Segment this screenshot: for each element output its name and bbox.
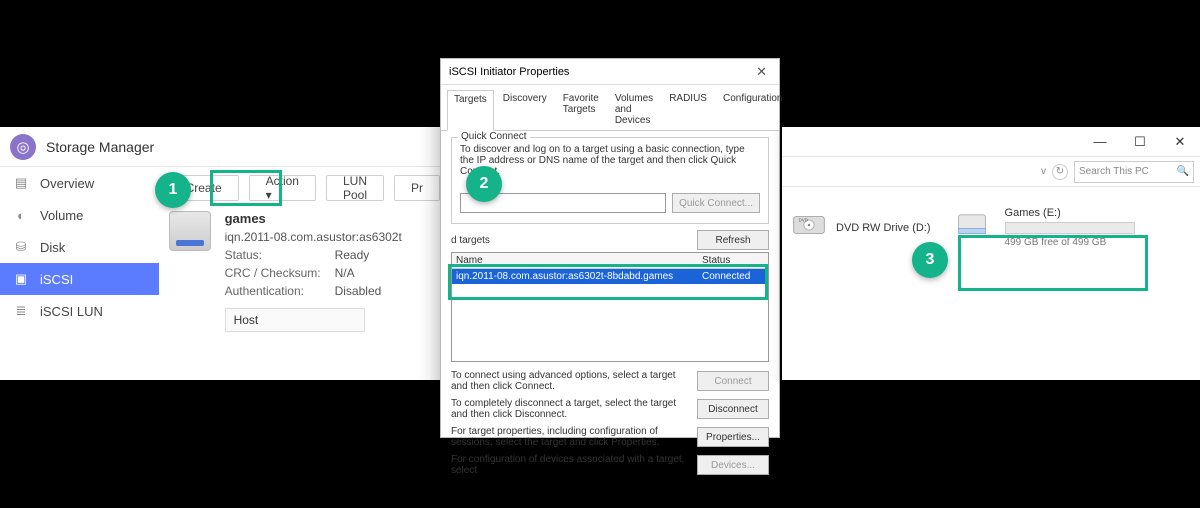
tab-radius[interactable]: RADIUS	[662, 89, 714, 130]
col-name-header: Name	[452, 253, 698, 268]
storage-manager-sidebar: ▤ Overview ◐ Volume ⛁ Disk ▣ iSCSI ≣ iSC…	[0, 167, 159, 380]
connect-button[interactable]: Connect	[697, 371, 769, 391]
devices-button[interactable]: Devices...	[697, 455, 769, 475]
sidebar-label: iSCSI	[40, 272, 73, 287]
status-key: Status:	[225, 248, 335, 262]
host-field[interactable]: Host	[225, 308, 365, 332]
auth-value: Disabled	[335, 284, 382, 298]
discovered-targets-label: d targets	[451, 235, 490, 246]
disk-drive-icon	[169, 211, 211, 251]
auth-key: Authentication:	[225, 284, 335, 298]
storage-manager-main: Create Action ▾ LUN Pool Pr games iqn.20…	[159, 167, 450, 380]
callout-2: 2	[466, 166, 502, 202]
discovered-targets-table[interactable]: Name Status iqn.2011-08.com.asustor:as63…	[451, 252, 769, 362]
dialog-titlebar: iSCSI Initiator Properties ✕	[441, 59, 779, 85]
dvd-drive-item[interactable]: DVD DVD RW Drive (D:)	[792, 203, 931, 252]
sidebar-item-volume[interactable]: ◐ Volume	[0, 199, 159, 231]
crc-value: N/A	[335, 266, 355, 280]
explorer-address-bar: v ↻ Search This PC 🔍	[782, 157, 1200, 187]
refresh-button[interactable]: Refresh	[697, 230, 769, 250]
iscsi-target-card: games iqn.2011-08.com.asustor:as6302t St…	[169, 211, 440, 332]
sidebar-item-iscsi-lun[interactable]: ≣ iSCSI LUN	[0, 295, 159, 327]
target-iqn: iqn.2011-08.com.asustor:as6302t	[225, 230, 402, 244]
target-iqn-cell: iqn.2011-08.com.asustor:as6302t-8bdabd.g…	[452, 269, 698, 284]
search-box[interactable]: Search This PC 🔍	[1074, 161, 1194, 183]
sidebar-label: Disk	[40, 240, 65, 255]
storage-manager-window: ◎ Storage Manager ▤ Overview ◐ Volume ⛁ …	[0, 127, 450, 380]
help-devices: For configuration of devices associated …	[451, 454, 689, 476]
sidebar-item-overview[interactable]: ▤ Overview	[0, 167, 159, 199]
preferences-button[interactable]: Pr	[394, 175, 440, 201]
iscsi-initiator-dialog: iSCSI Initiator Properties ✕ Targets Dis…	[440, 58, 780, 438]
refresh-icon[interactable]: ↻	[1052, 164, 1068, 180]
tab-volumes-devices[interactable]: Volumes and Devices	[608, 89, 660, 130]
iscsi-lun-icon: ≣	[12, 302, 30, 320]
tab-favorite-targets[interactable]: Favorite Targets	[556, 89, 606, 130]
hdd-drive-icon	[955, 208, 989, 247]
target-name: games	[225, 211, 402, 226]
callout-1: 1	[155, 172, 191, 208]
storage-manager-titlebar: ◎ Storage Manager	[0, 127, 450, 167]
properties-button[interactable]: Properties...	[697, 427, 769, 447]
overview-icon: ▤	[12, 174, 30, 192]
sidebar-label: Volume	[40, 208, 83, 223]
dialog-tabs: Targets Discovery Favorite Targets Volum…	[441, 85, 779, 131]
sidebar-label: Overview	[40, 176, 94, 191]
table-row[interactable]: iqn.2011-08.com.asustor:as6302t-8bdabd.g…	[452, 269, 768, 284]
action-button[interactable]: Action ▾	[249, 175, 316, 201]
volume-icon: ◐	[12, 206, 30, 224]
table-header: Name Status	[452, 253, 768, 269]
quick-connect-button[interactable]: Quick Connect...	[672, 193, 760, 213]
games-drive-usage-bar	[1005, 222, 1135, 234]
dvd-drive-icon: DVD	[792, 208, 826, 247]
dvd-drive-label: DVD RW Drive (D:)	[836, 222, 931, 234]
storage-manager-toolbar: Create Action ▾ LUN Pool Pr	[169, 175, 440, 201]
quick-connect-label: Quick Connect	[458, 131, 530, 142]
maximize-button[interactable]: ☐	[1120, 127, 1160, 157]
callout-3: 3	[912, 242, 948, 278]
games-drive-free: 499 GB free of 499 GB	[1005, 237, 1135, 248]
storage-manager-logo-icon: ◎	[10, 134, 36, 160]
close-button[interactable]: ✕	[1160, 127, 1200, 157]
sidebar-item-disk[interactable]: ⛁ Disk	[0, 231, 159, 263]
file-explorer-window: — ☐ ✕ v ↻ Search This PC 🔍 DVD DVD RW Dr…	[782, 127, 1200, 380]
crc-key: CRC / Checksum:	[225, 266, 335, 280]
iscsi-icon: ▣	[12, 270, 30, 288]
sidebar-item-iscsi[interactable]: ▣ iSCSI	[0, 263, 159, 295]
dialog-title: iSCSI Initiator Properties	[449, 66, 569, 78]
search-placeholder: Search This PC	[1079, 166, 1149, 177]
tab-configuration[interactable]: Configuration	[716, 89, 789, 130]
disk-icon: ⛁	[12, 238, 30, 256]
games-drive-item[interactable]: Games (E:) 499 GB free of 499 GB	[955, 203, 1141, 252]
storage-manager-title: Storage Manager	[46, 139, 154, 155]
help-disconnect: To completely disconnect a target, selec…	[451, 398, 689, 420]
minimize-button[interactable]: —	[1080, 127, 1120, 157]
tab-targets[interactable]: Targets	[447, 90, 494, 131]
explorer-titlebar: — ☐ ✕	[782, 127, 1200, 157]
status-value: Ready	[335, 248, 370, 262]
help-connect: To connect using advanced options, selec…	[451, 370, 689, 392]
help-properties: For target properties, including configu…	[451, 426, 689, 448]
lun-pool-button[interactable]: LUN Pool	[326, 175, 384, 201]
sidebar-label: iSCSI LUN	[40, 304, 103, 319]
games-drive-label: Games (E:)	[1005, 207, 1135, 219]
disconnect-button[interactable]: Disconnect	[697, 399, 769, 419]
col-status-header: Status	[698, 253, 768, 268]
search-icon: 🔍	[1177, 166, 1189, 177]
tab-discovery[interactable]: Discovery	[496, 89, 554, 130]
dialog-close-button[interactable]: ✕	[752, 64, 771, 80]
quick-connect-desc: To discover and log on to a target using…	[460, 144, 760, 177]
svg-text:DVD: DVD	[799, 218, 808, 223]
target-status-cell: Connected	[698, 269, 768, 284]
